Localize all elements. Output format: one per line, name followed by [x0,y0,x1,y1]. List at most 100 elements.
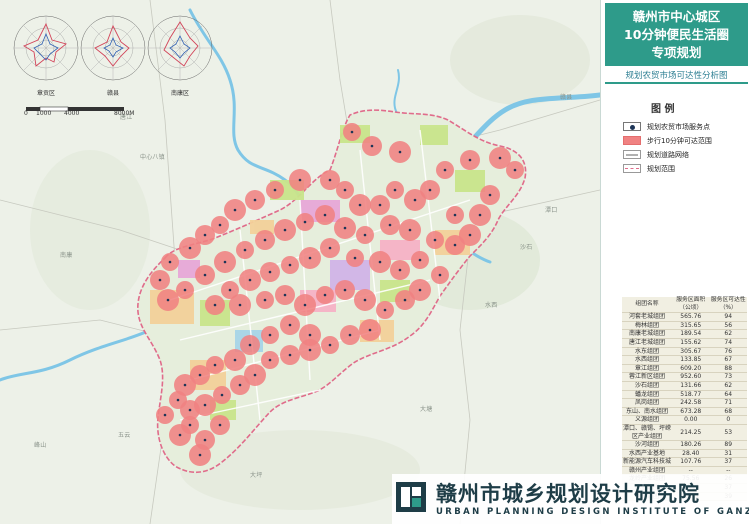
market-point[interactable] [176,398,180,402]
market-point[interactable] [233,358,237,362]
market-point[interactable] [283,293,287,297]
market-point[interactable] [158,278,162,282]
market-point[interactable] [323,293,327,297]
market-point[interactable] [268,270,272,274]
market-point[interactable] [308,333,312,337]
market-point[interactable] [303,220,307,224]
market-point[interactable] [243,248,247,252]
market-point[interactable] [253,373,257,377]
table-row: 唐江老城组团 155.62 74 [622,338,747,348]
market-point[interactable] [203,438,207,442]
market-point[interactable] [428,188,432,192]
market-point[interactable] [350,130,354,134]
market-point[interactable] [198,453,202,457]
table-cell-name: 水东组团 [622,347,672,357]
market-point[interactable] [203,273,207,277]
market-point[interactable] [198,373,202,377]
market-point[interactable] [453,213,457,217]
market-point[interactable] [248,343,252,347]
market-point[interactable] [253,198,257,202]
market-point[interactable] [248,278,252,282]
market-point[interactable] [328,178,332,182]
table-cell-value: 62 [709,381,747,391]
market-point[interactable] [378,260,382,264]
market-point[interactable] [403,298,407,302]
market-point[interactable] [213,363,217,367]
market-point[interactable] [218,223,222,227]
market-point[interactable] [288,323,292,327]
market-point[interactable] [358,203,362,207]
map-label: 中心八镇 [140,154,165,161]
market-point[interactable] [273,188,277,192]
market-point[interactable] [233,208,237,212]
market-point[interactable] [368,328,372,332]
market-point[interactable] [308,256,312,260]
table-cell-value: 53 [709,424,747,442]
market-point[interactable] [223,260,227,264]
table-cell-value: 31 [709,449,747,459]
market-point[interactable] [383,308,387,312]
market-point[interactable] [308,348,312,352]
market-point[interactable] [488,193,492,197]
market-point[interactable] [348,333,352,337]
market-point[interactable] [370,144,374,148]
market-point[interactable] [238,383,242,387]
market-point[interactable] [268,333,272,337]
market-point[interactable] [413,198,417,202]
market-point[interactable] [203,233,207,237]
table-cell-value: 518.77 [672,390,710,400]
market-point[interactable] [268,358,272,362]
market-point[interactable] [478,213,482,217]
market-point[interactable] [166,298,170,302]
market-point[interactable] [513,168,517,172]
market-point[interactable] [498,156,502,160]
market-point[interactable] [468,158,472,162]
market-point[interactable] [433,238,437,242]
map-canvas[interactable]: 中心八镇 赣县 南康 唐江 潭口 水西 大塘 沙石 五云 峰山 大坪 章贡区 赣… [0,0,600,524]
market-point[interactable] [328,343,332,347]
market-point[interactable] [443,168,447,172]
market-point[interactable] [228,288,232,292]
market-point[interactable] [263,298,267,302]
market-point[interactable] [303,303,307,307]
market-point[interactable] [178,433,182,437]
market-point[interactable] [238,303,242,307]
market-point[interactable] [220,393,224,397]
market-point[interactable] [288,263,292,267]
market-point[interactable] [168,260,172,264]
market-point[interactable] [323,213,327,217]
market-point[interactable] [398,268,402,272]
market-point[interactable] [203,403,207,407]
market-point[interactable] [328,246,332,250]
market-point[interactable] [453,243,457,247]
market-point[interactable] [288,353,292,357]
map-label: 沙石 [520,244,533,251]
market-point[interactable] [298,178,302,182]
market-point[interactable] [418,258,422,262]
market-point[interactable] [343,288,347,292]
market-point[interactable] [408,228,412,232]
market-point[interactable] [188,246,192,250]
market-point[interactable] [343,226,347,230]
market-point[interactable] [163,413,167,417]
market-point[interactable] [378,203,382,207]
market-point[interactable] [468,233,472,237]
market-point[interactable] [438,273,442,277]
market-point[interactable] [283,228,287,232]
market-point[interactable] [388,223,392,227]
market-point-icon [623,122,641,131]
market-point[interactable] [398,150,402,154]
market-point[interactable] [218,423,222,427]
market-point[interactable] [213,303,217,307]
market-point[interactable] [183,288,187,292]
market-point[interactable] [263,238,267,242]
market-point[interactable] [353,256,357,260]
market-point[interactable] [418,288,422,292]
market-point[interactable] [188,408,192,412]
market-point[interactable] [363,298,367,302]
market-point[interactable] [183,383,187,387]
market-point[interactable] [343,188,347,192]
market-point[interactable] [363,233,367,237]
market-point[interactable] [393,188,397,192]
market-point[interactable] [188,423,192,427]
